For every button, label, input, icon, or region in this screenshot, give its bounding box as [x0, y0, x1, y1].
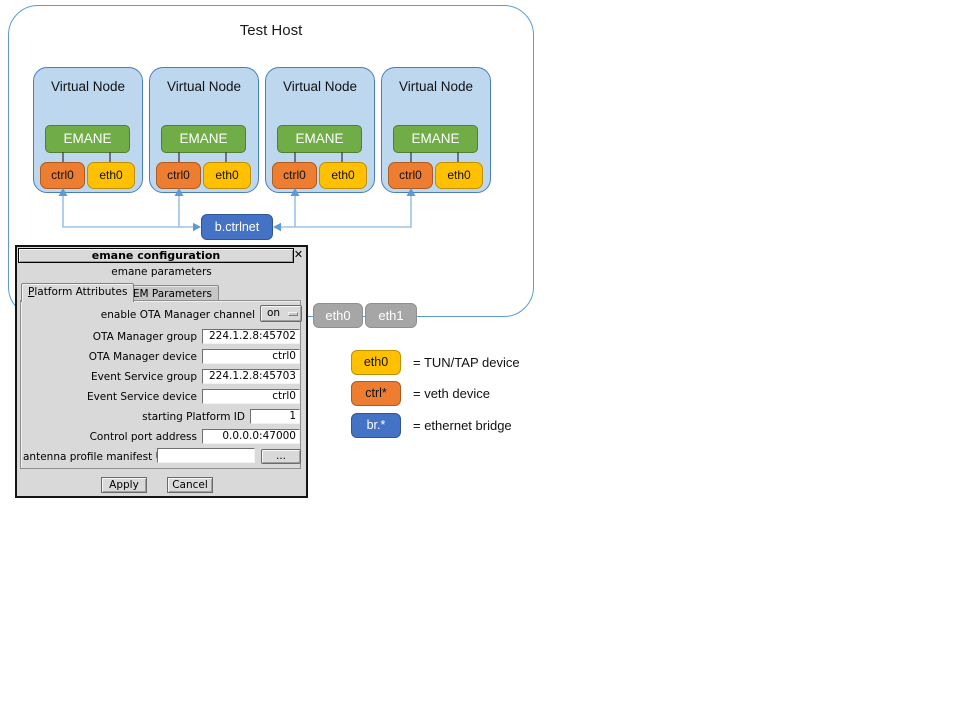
field-label-event-device: Event Service device: [87, 390, 197, 404]
virtual-node-2: Virtual Node EMANE ctrl0 eth0: [149, 67, 259, 193]
field-label-platform-id: starting Platform ID: [142, 410, 245, 424]
bridge-node: b.ctrlnet: [201, 214, 273, 240]
legend-bridge-box: br.*: [351, 413, 401, 438]
virtual-node-1: Virtual Node EMANE ctrl0 eth0: [33, 67, 143, 193]
host-title: Test Host: [9, 22, 533, 39]
eth0-box: eth0: [87, 162, 135, 189]
virtual-node-title: Virtual Node: [266, 79, 374, 94]
ctrl0-box: ctrl0: [272, 162, 317, 189]
ctrl0-box: ctrl0: [40, 162, 85, 189]
emane-box: EMANE: [45, 125, 130, 153]
eth0-box: eth0: [319, 162, 367, 189]
emane-box: EMANE: [393, 125, 478, 153]
legend-bridge-desc: = ethernet bridge: [413, 418, 512, 433]
ota-channel-dropdown[interactable]: on: [260, 305, 302, 322]
virtual-node-title: Virtual Node: [34, 79, 142, 94]
virtual-node-4: Virtual Node EMANE ctrl0 eth0: [381, 67, 491, 193]
host-interface-eth0: eth0: [313, 303, 363, 328]
option-menu-indicator: [288, 312, 298, 316]
legend-row-veth: ctrl* = veth device: [351, 381, 490, 406]
field-label-ota-device: OTA Manager device: [89, 350, 197, 364]
ctrl0-box: ctrl0: [156, 162, 201, 189]
tab-platform-attributes[interactable]: Platform Attributes: [21, 283, 134, 302]
legend-veth-desc: = veth device: [413, 386, 490, 401]
virtual-node-3: Virtual Node EMANE ctrl0 eth0: [265, 67, 375, 193]
dialog-subtitle: emane parameters: [17, 266, 306, 278]
control-port-input[interactable]: 0.0.0.0:47000: [202, 429, 300, 444]
canvas: Test Host Virtual Node EMANE ctrl0 eth0 …: [0, 0, 960, 720]
legend-veth-box: ctrl*: [351, 381, 401, 406]
host-interface-eth1: eth1: [365, 303, 417, 328]
eth0-box: eth0: [435, 162, 483, 189]
antenna-uri-input[interactable]: [157, 448, 255, 463]
event-device-input[interactable]: ctrl0: [202, 389, 300, 404]
field-label-antenna-uri: antenna profile manifest URI: [23, 450, 174, 464]
browse-button[interactable]: ...: [261, 449, 301, 464]
dialog-title: emane configuration: [92, 249, 221, 262]
emane-box: EMANE: [277, 125, 362, 153]
emane-box: EMANE: [161, 125, 246, 153]
virtual-node-title: Virtual Node: [382, 79, 490, 94]
ota-group-input[interactable]: 224.1.2.8:45702: [202, 329, 300, 344]
ota-device-input[interactable]: ctrl0: [202, 349, 300, 364]
close-icon[interactable]: ✕: [293, 248, 304, 262]
field-label-ota-channel: enable OTA Manager channel: [101, 308, 255, 322]
field-label-control-port: Control port address: [90, 430, 197, 444]
ota-channel-value: on: [267, 306, 280, 321]
emane-configuration-dialog: emane configuration ✕ emane parameters P…: [15, 245, 308, 498]
ctrl0-box: ctrl0: [388, 162, 433, 189]
field-label-event-group: Event Service group: [91, 370, 197, 384]
apply-button[interactable]: Apply: [101, 477, 147, 493]
field-label-ota-group: OTA Manager group: [93, 330, 197, 344]
dialog-titlebar[interactable]: emane configuration: [18, 248, 294, 263]
legend-tuntap-desc: = TUN/TAP device: [413, 355, 520, 370]
platform-id-input[interactable]: 1: [250, 409, 300, 424]
legend-row-bridge: br.* = ethernet bridge: [351, 413, 512, 438]
virtual-node-title: Virtual Node: [150, 79, 258, 94]
eth0-box: eth0: [203, 162, 251, 189]
cancel-button[interactable]: Cancel: [167, 477, 213, 493]
event-group-input[interactable]: 224.1.2.8:45703: [202, 369, 300, 384]
legend-tuntap-box: eth0: [351, 350, 401, 375]
legend-row-tuntap: eth0 = TUN/TAP device: [351, 350, 520, 375]
